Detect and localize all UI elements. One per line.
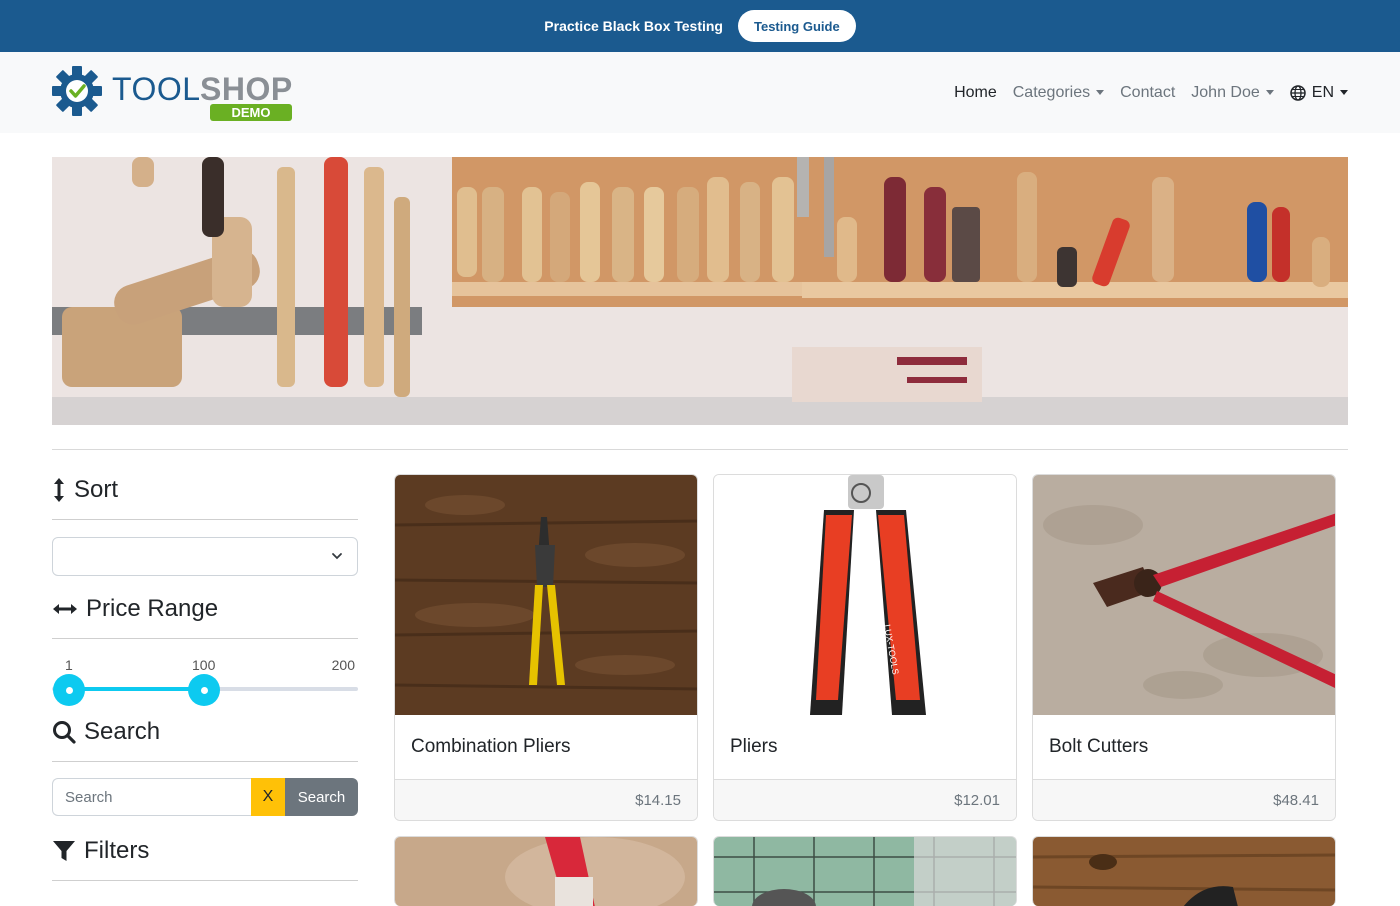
filter-icon [53,841,75,861]
gear-icon [52,66,102,116]
nav-home[interactable]: Home [954,84,997,102]
section-divider [52,638,358,639]
price-range-slider[interactable] [52,674,358,711]
chevron-down-icon [332,553,342,560]
section-divider [52,761,358,762]
nav-user-menu[interactable]: John Doe [1191,84,1274,102]
product-image: LUX-TOOLS [714,475,1016,715]
search-icon [53,721,76,744]
clear-search-button[interactable]: X [251,778,285,816]
nav-language[interactable]: EN [1290,84,1348,102]
search-form: Search X Search [52,778,358,816]
product-card[interactable] [1032,836,1336,906]
product-card[interactable]: LUX-TOOLS Pliers $12.01 [713,474,1017,821]
filters-heading-label: Filters [84,837,150,864]
nav-contact[interactable]: Contact [1120,84,1175,102]
logo-brand: TOOL [112,71,201,107]
product-image [714,837,1016,906]
nav-categories-label: Categories [1012,83,1091,101]
globe-icon [1290,84,1306,101]
product-card[interactable] [713,836,1017,906]
navbar: TOOL SHOP DEMO Home Categories Contact J… [0,52,1400,133]
svg-text:SHOP: SHOP [200,71,293,107]
section-divider [52,519,358,520]
product-image [395,475,697,715]
hero-banner-image [52,157,1348,425]
top-banner: Practice Black Box Testing Testing Guide [0,0,1400,52]
sort-arrows-icon [54,478,64,502]
filter-sidebar: Sort Price Range 1 100 200 Search Search… [52,475,358,881]
price-max-label: 200 [331,657,355,673]
product-name: Combination Pliers [411,736,571,757]
product-image [1033,837,1335,906]
product-image [1033,475,1335,715]
product-card[interactable] [394,836,698,906]
nav-links: Home Categories Contact John Doe EN [954,52,1348,133]
price-range-heading: Price Range [52,594,358,624]
product-name: Pliers [730,736,778,757]
toolshop-logo[interactable]: TOOL SHOP DEMO [52,65,302,121]
search-heading-label: Search [84,718,161,745]
slider-max-handle[interactable] [188,674,221,706]
sort-select[interactable] [52,537,358,576]
product-price: $12.01 [954,791,1000,809]
price-current-label: 100 [192,657,216,673]
chevron-down-icon [1096,90,1105,95]
slider-min-handle[interactable] [53,674,85,706]
product-name: Bolt Cutters [1049,736,1149,757]
search-button[interactable]: Search [285,778,358,816]
chevron-down-icon [1265,90,1274,95]
product-price-bar: $12.01 [714,779,1016,820]
product-card[interactable]: Combination Pliers $14.15 [394,474,698,821]
banner-text: Practice Black Box Testing [544,18,723,34]
nav-user-label: John Doe [1191,83,1260,101]
divider [52,449,1348,450]
nav-categories[interactable]: Categories [1012,83,1105,102]
section-divider [52,880,358,881]
nav-language-label: EN [1311,83,1334,101]
testing-guide-button[interactable]: Testing Guide [737,10,856,42]
sort-heading-label: Sort [74,476,119,503]
horizontal-arrows-icon [53,604,77,614]
product-card[interactable]: Bolt Cutters $48.41 [1032,474,1336,821]
product-price-bar: $14.15 [395,779,697,820]
product-price-bar: $48.41 [1033,779,1335,820]
chevron-down-icon [1340,90,1348,95]
search-input[interactable]: Search [52,778,251,816]
search-heading: Search [52,717,358,747]
slider-selected-range [69,687,205,691]
filters-heading: Filters [52,836,358,866]
product-image [395,837,697,906]
sort-heading: Sort [52,475,358,505]
product-price: $14.15 [635,791,681,809]
product-price: $48.41 [1273,791,1319,809]
svg-text:DEMO: DEMO [232,105,271,120]
price-min-label: 1 [65,657,73,673]
price-range-heading-label: Price Range [86,595,219,622]
